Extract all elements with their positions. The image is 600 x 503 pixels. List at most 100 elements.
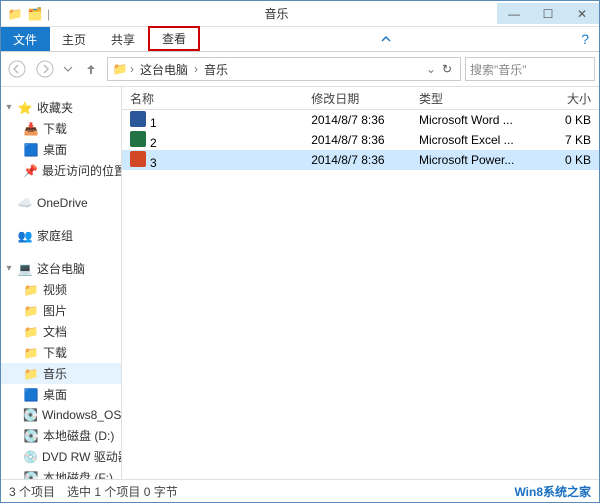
tree-item-label: 桌面 xyxy=(43,141,67,158)
file-size: 7 KB xyxy=(528,133,599,147)
tree-item[interactable]: 📥下载 xyxy=(1,118,121,139)
tree-label: 家庭组 xyxy=(37,227,73,244)
col-date[interactable]: 修改日期 xyxy=(303,90,411,107)
computer-icon: 💻 xyxy=(17,261,33,277)
tree-item-label: 视频 xyxy=(43,281,67,298)
col-size[interactable]: 大小 xyxy=(528,90,599,107)
tree-item[interactable]: 📁图片 xyxy=(1,300,121,321)
item-icon: 📌 xyxy=(23,163,38,179)
file-row[interactable]: 32014/8/7 8:36Microsoft Power...0 KB xyxy=(122,150,599,170)
tree-item-label: 最近访问的位置 xyxy=(42,162,122,179)
tree-item[interactable]: 💽Windows8_OS (C:) xyxy=(1,405,121,425)
col-name[interactable]: 名称 xyxy=(122,90,303,107)
explorer-body: ▾ ⭐ 收藏夹 📥下载🟦桌面📌最近访问的位置 ☁️ OneDrive 👥 家庭组… xyxy=(1,87,599,479)
breadcrumb-music[interactable]: 音乐 xyxy=(200,61,232,78)
file-row[interactable]: 22014/8/7 8:36Microsoft Excel ...7 KB xyxy=(122,130,599,150)
item-icon: 📁 xyxy=(23,282,39,298)
chevron-down-icon: ▾ xyxy=(5,263,13,274)
file-date: 2014/8/7 8:36 xyxy=(303,133,411,147)
folder-icon: 📁 xyxy=(7,6,23,22)
titlebar: 📁 🗂️ | 音乐 — ☐ ✕ xyxy=(1,1,599,27)
tree-label: OneDrive xyxy=(37,196,88,210)
status-bar: 3 个项目 选中 1 个项目 0 字节 Win8系统之家 xyxy=(1,479,599,502)
tree-item[interactable]: 📁下载 xyxy=(1,342,121,363)
tab-home[interactable]: 主页 xyxy=(50,27,99,51)
maximize-button[interactable]: ☐ xyxy=(531,3,565,24)
tree-item-label: 图片 xyxy=(43,302,67,319)
tree-thispc[interactable]: ▾ 💻 这台电脑 xyxy=(1,254,121,279)
refresh-button[interactable]: ↻ xyxy=(438,62,456,76)
item-icon: 💽 xyxy=(23,470,39,480)
col-type[interactable]: 类型 xyxy=(411,90,528,107)
tree-item[interactable]: 💽 本地磁盘 (F:) xyxy=(1,467,121,479)
navigation-bar: 📁 › 这台电脑 › 音乐 ⌄ ↻ 搜索"音乐" xyxy=(1,52,599,87)
chevron-right-icon: › xyxy=(130,62,134,76)
tree-label: 这台电脑 xyxy=(37,260,85,277)
file-type: Microsoft Excel ... xyxy=(411,133,528,147)
watermark: Win8系统之家 xyxy=(514,483,591,500)
search-box[interactable]: 搜索"音乐" xyxy=(465,57,595,81)
tab-view[interactable]: 查看 xyxy=(148,26,200,51)
item-icon: 📁 xyxy=(23,345,39,361)
chevron-down-icon: ▾ xyxy=(5,102,13,113)
location-icon: 📁 xyxy=(112,61,128,77)
tree-item-label: 文档 xyxy=(43,323,67,340)
file-type: Microsoft Power... xyxy=(411,153,528,167)
tree-item-label: 桌面 xyxy=(43,386,67,403)
window-title: 音乐 xyxy=(56,5,497,22)
dropdown-icon[interactable]: ⌄ xyxy=(426,62,436,76)
file-size: 0 KB xyxy=(528,113,599,127)
file-icon xyxy=(130,151,146,167)
file-list: 名称 修改日期 类型 大小 1 2014/8/7 8:36Microsoft Wo… xyxy=(122,87,599,479)
file-rows[interactable]: 12014/8/7 8:36Microsoft Word ...0 KB2201… xyxy=(122,110,599,479)
tree-item-label: Windows8_OS (C:) xyxy=(42,408,122,422)
tree-homegroup[interactable]: 👥 家庭组 xyxy=(1,221,121,246)
back-button[interactable] xyxy=(5,57,29,81)
item-icon: 🟦 xyxy=(23,387,39,403)
navigation-tree[interactable]: ▾ ⭐ 收藏夹 📥下载🟦桌面📌最近访问的位置 ☁️ OneDrive 👥 家庭组… xyxy=(1,87,122,479)
up-button[interactable] xyxy=(79,57,103,81)
status-selection: 选中 1 个项目 0 字节 xyxy=(67,483,178,500)
tree-item[interactable]: 📁视频 xyxy=(1,279,121,300)
tree-item[interactable]: 🟦桌面 xyxy=(1,384,121,405)
tree-favorites[interactable]: ▾ ⭐ 收藏夹 xyxy=(1,93,121,118)
explorer-window: 📁 🗂️ | 音乐 — ☐ ✕ 文件 主页 共享 查看 ? xyxy=(0,0,600,503)
star-icon: ⭐ xyxy=(17,100,33,116)
item-icon: 💽 xyxy=(23,428,39,444)
tree-item-label: 本地磁盘 (F:) xyxy=(43,469,113,479)
column-headers: 名称 修改日期 类型 大小 xyxy=(122,87,599,110)
ribbon-toggle-icon[interactable] xyxy=(369,27,403,51)
tree-item[interactable]: 💿DVD RW 驱动器 (E:) xyxy=(1,446,121,467)
file-icon xyxy=(130,131,146,147)
file-name: 1 xyxy=(150,116,157,130)
breadcrumb-thispc[interactable]: 这台电脑 xyxy=(136,61,192,78)
tree-item[interactable]: 💽本地磁盘 (D:) xyxy=(1,425,121,446)
tree-item-label: 下载 xyxy=(43,120,67,137)
address-bar[interactable]: 📁 › 这台电脑 › 音乐 ⌄ ↻ xyxy=(107,57,461,81)
minimize-button[interactable]: — xyxy=(497,3,531,24)
file-row[interactable]: 1 2014/8/7 8:36Microsoft Word ...0 KB xyxy=(122,110,599,130)
tree-item[interactable]: 🟦桌面 xyxy=(1,139,121,160)
tree-item[interactable]: 📁文档 xyxy=(1,321,121,342)
tree-item-label: 本地磁盘 (D:) xyxy=(43,427,114,444)
close-button[interactable]: ✕ xyxy=(565,3,599,24)
tree-item[interactable]: 📌最近访问的位置 xyxy=(1,160,121,181)
app-icon: 🗂️ xyxy=(27,6,43,22)
item-icon: 📁 xyxy=(23,303,39,319)
tree-onedrive[interactable]: ☁️ OneDrive xyxy=(1,189,121,213)
cloud-icon: ☁️ xyxy=(17,195,33,211)
search-placeholder: 搜索"音乐" xyxy=(470,61,527,78)
file-size: 0 KB xyxy=(528,153,599,167)
file-date: 2014/8/7 8:36 xyxy=(303,113,411,127)
tab-file[interactable]: 文件 xyxy=(1,27,50,51)
file-icon xyxy=(130,111,146,127)
homegroup-icon: 👥 xyxy=(17,228,33,244)
tree-item[interactable]: 📁音乐 xyxy=(1,363,121,384)
file-type: Microsoft Word ... xyxy=(411,113,528,127)
forward-button[interactable] xyxy=(33,57,57,81)
item-icon: 📁 xyxy=(23,324,39,340)
help-button[interactable]: ? xyxy=(571,27,599,51)
tab-share[interactable]: 共享 xyxy=(99,27,148,51)
recent-locations-button[interactable] xyxy=(61,57,75,81)
tree-item-label: DVD RW 驱动器 (E:) xyxy=(42,448,122,465)
